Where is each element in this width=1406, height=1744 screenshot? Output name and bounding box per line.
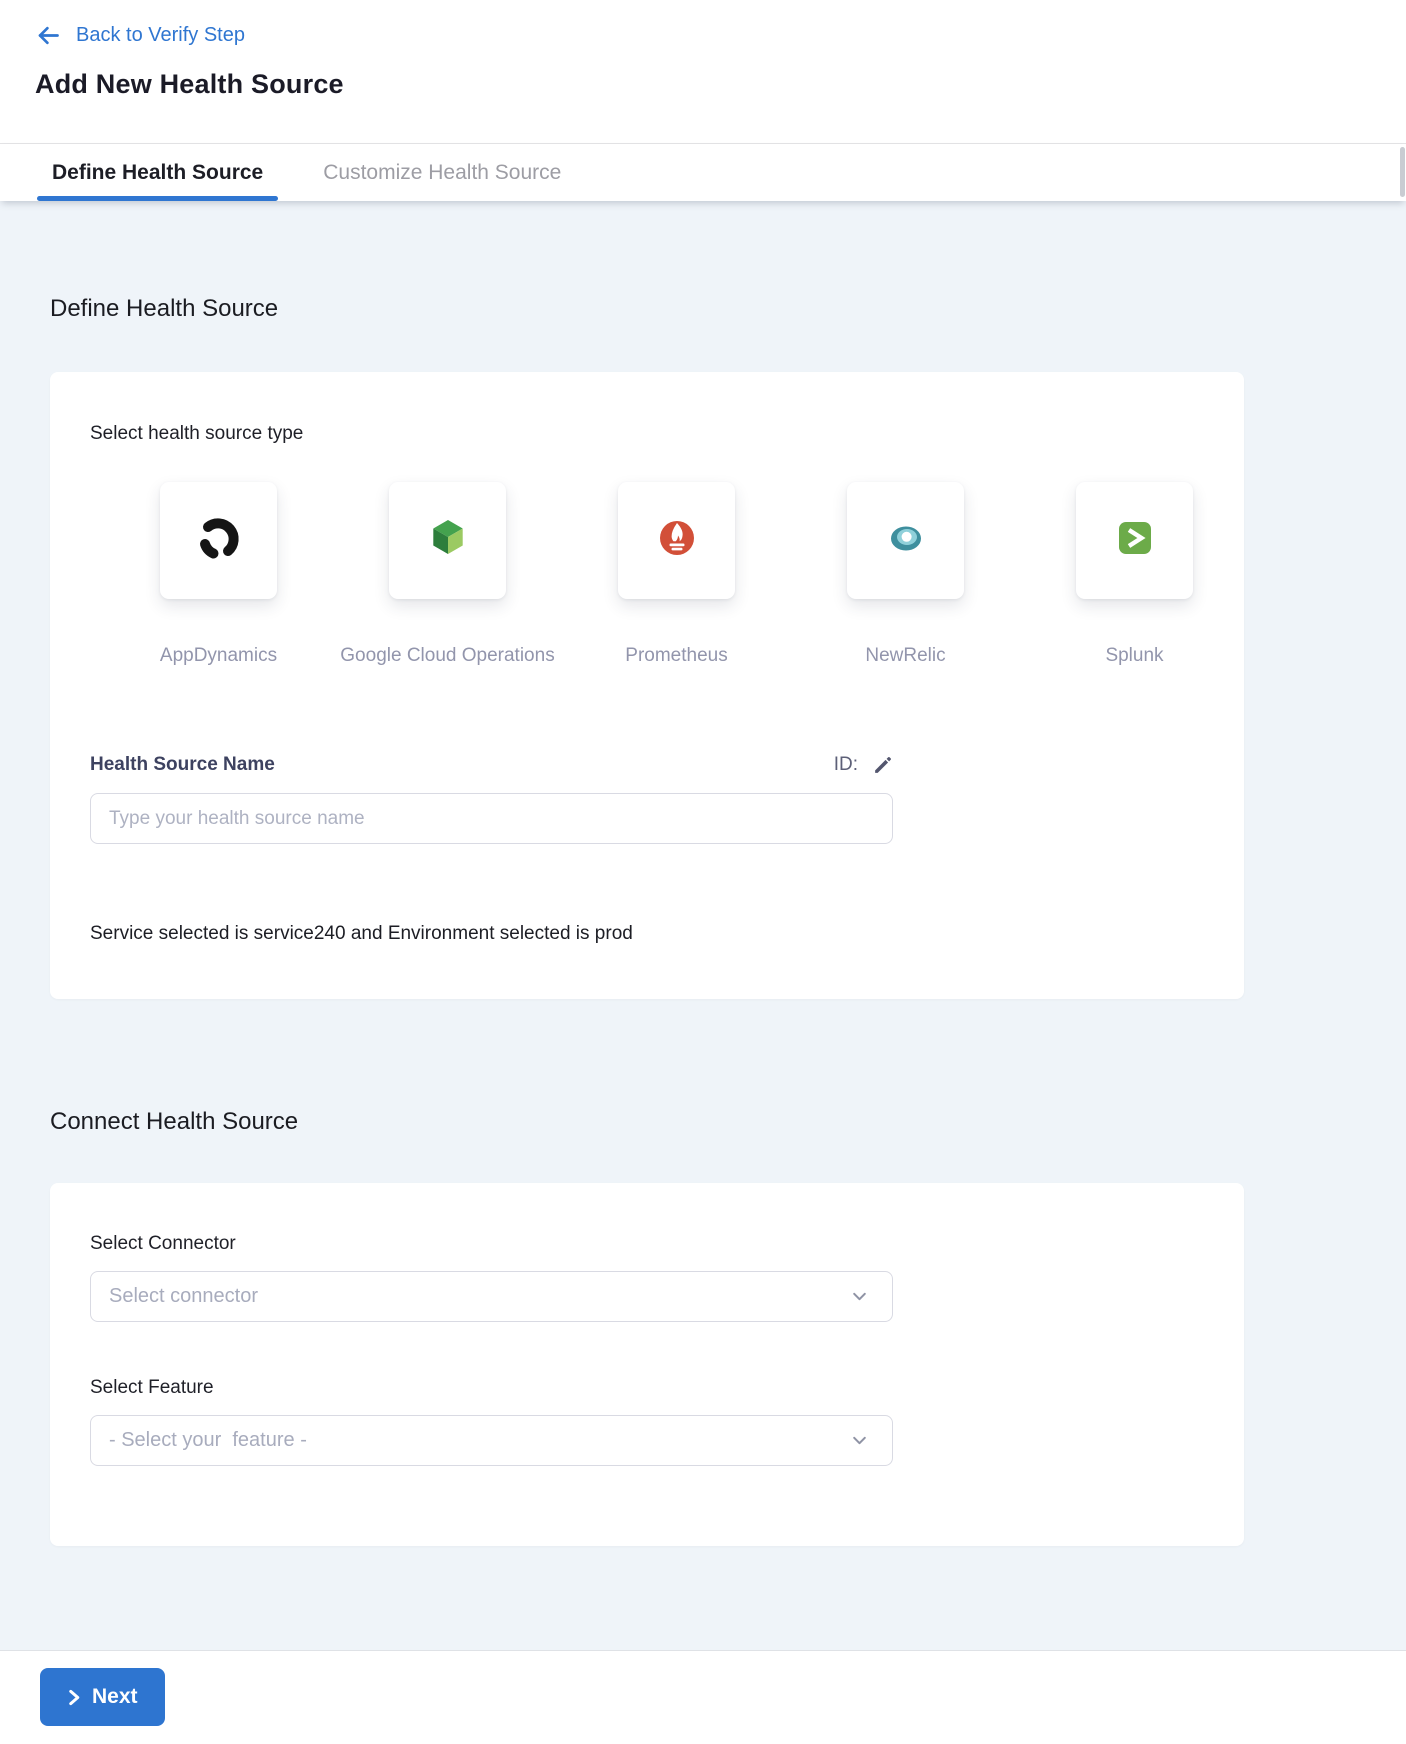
select-connector-label: Select Connector [90,1231,1204,1257]
arrow-left-icon [35,22,62,49]
health-source-name-row: Health Source Name ID: [90,750,893,780]
id-group: ID: [834,754,893,776]
select-type-label: Select health source type [90,422,1204,446]
health-source-tile-prometheus[interactable] [618,482,735,599]
connector-select-value: Select connector [109,1285,258,1308]
health-source-tile-splunk[interactable] [1076,482,1193,599]
connect-health-source-card: Select Connector Select connector Select… [50,1183,1244,1546]
prometheus-icon [649,510,705,571]
health-source-tile-google-cloud-operations[interactable] [389,482,506,599]
next-button-label: Next [92,1685,138,1709]
next-button[interactable]: Next [40,1668,165,1726]
add-health-source-page: Back to Verify Step Add New Health Sourc… [0,0,1406,1744]
tile-col-prometheus: Prometheus [618,482,735,668]
tile-col-splunk: Splunk [1076,482,1193,668]
tile-col-google-cloud-operations: Google Cloud Operations [389,482,506,668]
tab-label: Customize Health Source [323,161,561,185]
selection-note: Service selected is service240 and Envir… [90,922,1204,946]
select-feature-label: Select Feature [90,1375,1204,1401]
appdynamics-icon [191,510,247,571]
id-label: ID: [834,754,858,776]
health-source-tiles: AppDynamics Google Cloud Operations [160,482,1204,668]
footer-bar: Next [0,1650,1406,1744]
feature-select-value: - Select your feature - [109,1429,307,1452]
tab-bar: Define Health Source Customize Health So… [0,144,1406,201]
back-link[interactable]: Back to Verify Step [35,22,245,49]
connector-select[interactable]: Select connector [90,1271,893,1322]
chevron-down-icon [851,1288,868,1305]
splunk-icon [1107,510,1163,571]
connect-section-heading: Connect Health Source [50,1107,1406,1137]
tile-label: Splunk [959,644,1310,668]
define-health-source-card: Select health source type AppDynamics [50,372,1244,999]
tile-col-appdynamics: AppDynamics [160,482,277,668]
newrelic-icon [878,510,934,571]
back-link-label: Back to Verify Step [76,24,245,47]
page-title: Add New Health Source [35,69,1406,100]
scrollbar-thumb[interactable] [1400,147,1405,197]
feature-select[interactable]: - Select your feature - [90,1415,893,1466]
page-header: Back to Verify Step Add New Health Sourc… [0,0,1406,144]
google-cloud-operations-icon [420,510,476,571]
health-source-tile-newrelic[interactable] [847,482,964,599]
health-source-name-input[interactable] [90,793,893,844]
edit-pencil-icon[interactable] [872,755,893,776]
chevron-right-icon [67,1689,82,1706]
define-section-heading: Define Health Source [50,294,1406,324]
health-source-tile-appdynamics[interactable] [160,482,277,599]
health-source-name-label: Health Source Name [90,754,275,776]
content-area: Define Health Source Select health sourc… [0,201,1406,1650]
active-tab-underline [37,196,278,201]
tile-col-newrelic: NewRelic [847,482,964,668]
chevron-down-icon [851,1432,868,1449]
tab-define-health-source[interactable]: Define Health Source [37,144,278,201]
tab-label: Define Health Source [52,161,263,185]
tab-customize-health-source[interactable]: Customize Health Source [308,144,576,201]
